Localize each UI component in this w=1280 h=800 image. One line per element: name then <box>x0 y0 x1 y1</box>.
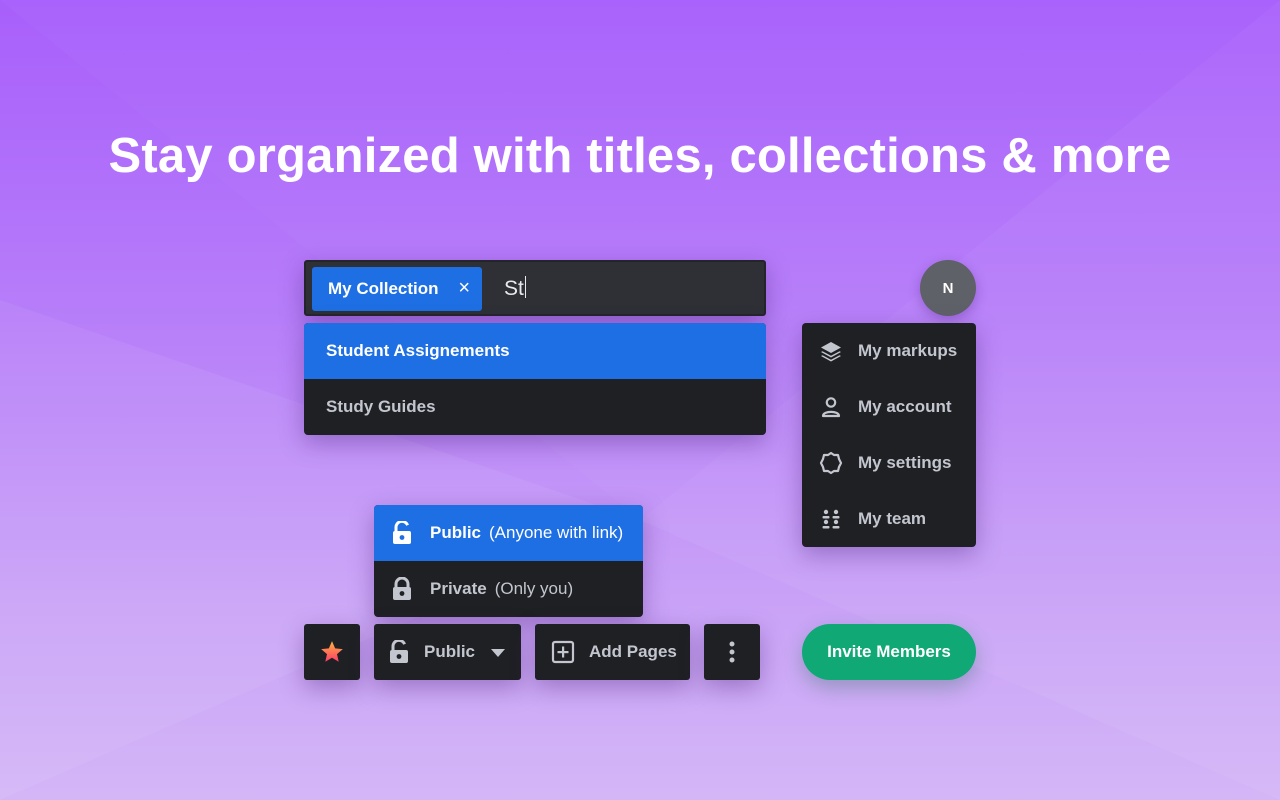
suggestion-item[interactable]: Student Assignements <box>304 323 766 379</box>
menu-item-label: My team <box>858 509 927 528</box>
unlocked-icon <box>388 640 410 664</box>
menu-item-my-settings[interactable]: My settings <box>802 435 976 491</box>
suggestion-label: Study Guides <box>326 397 436 416</box>
menu-item-my-markups[interactable]: My markups <box>802 323 976 379</box>
chevron-down-icon <box>491 642 506 662</box>
add-box-icon <box>551 640 575 664</box>
add-pages-label: Add Pages <box>589 642 677 661</box>
suggestion-label: Student Assignements <box>326 341 510 360</box>
unlocked-icon <box>388 519 416 547</box>
collection-search-field[interactable]: My Collection × St <box>304 260 766 316</box>
close-icon[interactable]: × <box>458 277 470 300</box>
more-vertical-icon <box>729 640 735 664</box>
more-options-button[interactable] <box>704 624 760 680</box>
search-query: St <box>504 277 524 300</box>
menu-item-my-team[interactable]: My team <box>802 491 976 547</box>
visibility-option-private[interactable]: Private (Only you) <box>374 561 643 617</box>
search-input[interactable]: St <box>504 276 526 301</box>
visibility-option-detail: (Anyone with link) <box>489 523 624 542</box>
menu-item-my-account[interactable]: My account <box>802 379 976 435</box>
collection-chip-label: My Collection <box>328 279 439 298</box>
page-headline: Stay organized with titles, collections … <box>108 129 1172 183</box>
visibility-option-detail: (Only you) <box>494 579 574 598</box>
user-icon <box>817 393 845 421</box>
layers-icon <box>817 337 845 365</box>
collection-chip[interactable]: My Collection × <box>312 267 482 311</box>
menu-item-label: My account <box>858 397 952 416</box>
text-caret <box>524 276 526 298</box>
star-icon <box>319 639 345 665</box>
user-menu: My markups My account My settings My tea… <box>802 323 976 547</box>
invite-members-label: Invite Members <box>827 642 951 661</box>
gear-icon <box>817 449 845 477</box>
invite-members-button[interactable]: Invite Members <box>802 624 976 680</box>
lock-icon <box>388 575 416 603</box>
add-pages-button[interactable]: Add Pages <box>535 624 690 680</box>
suggestion-item[interactable]: Study Guides <box>304 379 766 435</box>
team-icon <box>817 505 845 533</box>
user-avatar[interactable]: N <box>920 260 976 316</box>
favorite-button[interactable] <box>304 624 360 680</box>
visibility-option-label: Private <box>430 579 487 598</box>
visibility-button-label: Public <box>424 642 476 661</box>
visibility-menu: Public (Anyone with link) Private (Only … <box>374 505 643 617</box>
collection-suggestions: Student Assignements Study Guides <box>304 323 766 435</box>
visibility-dropdown-button[interactable]: Public <box>374 624 521 680</box>
menu-item-label: My markups <box>858 341 958 360</box>
avatar-initial: N <box>942 279 954 297</box>
visibility-option-label: Public <box>430 523 482 542</box>
visibility-option-public[interactable]: Public (Anyone with link) <box>374 505 643 561</box>
menu-item-label: My settings <box>858 453 952 472</box>
